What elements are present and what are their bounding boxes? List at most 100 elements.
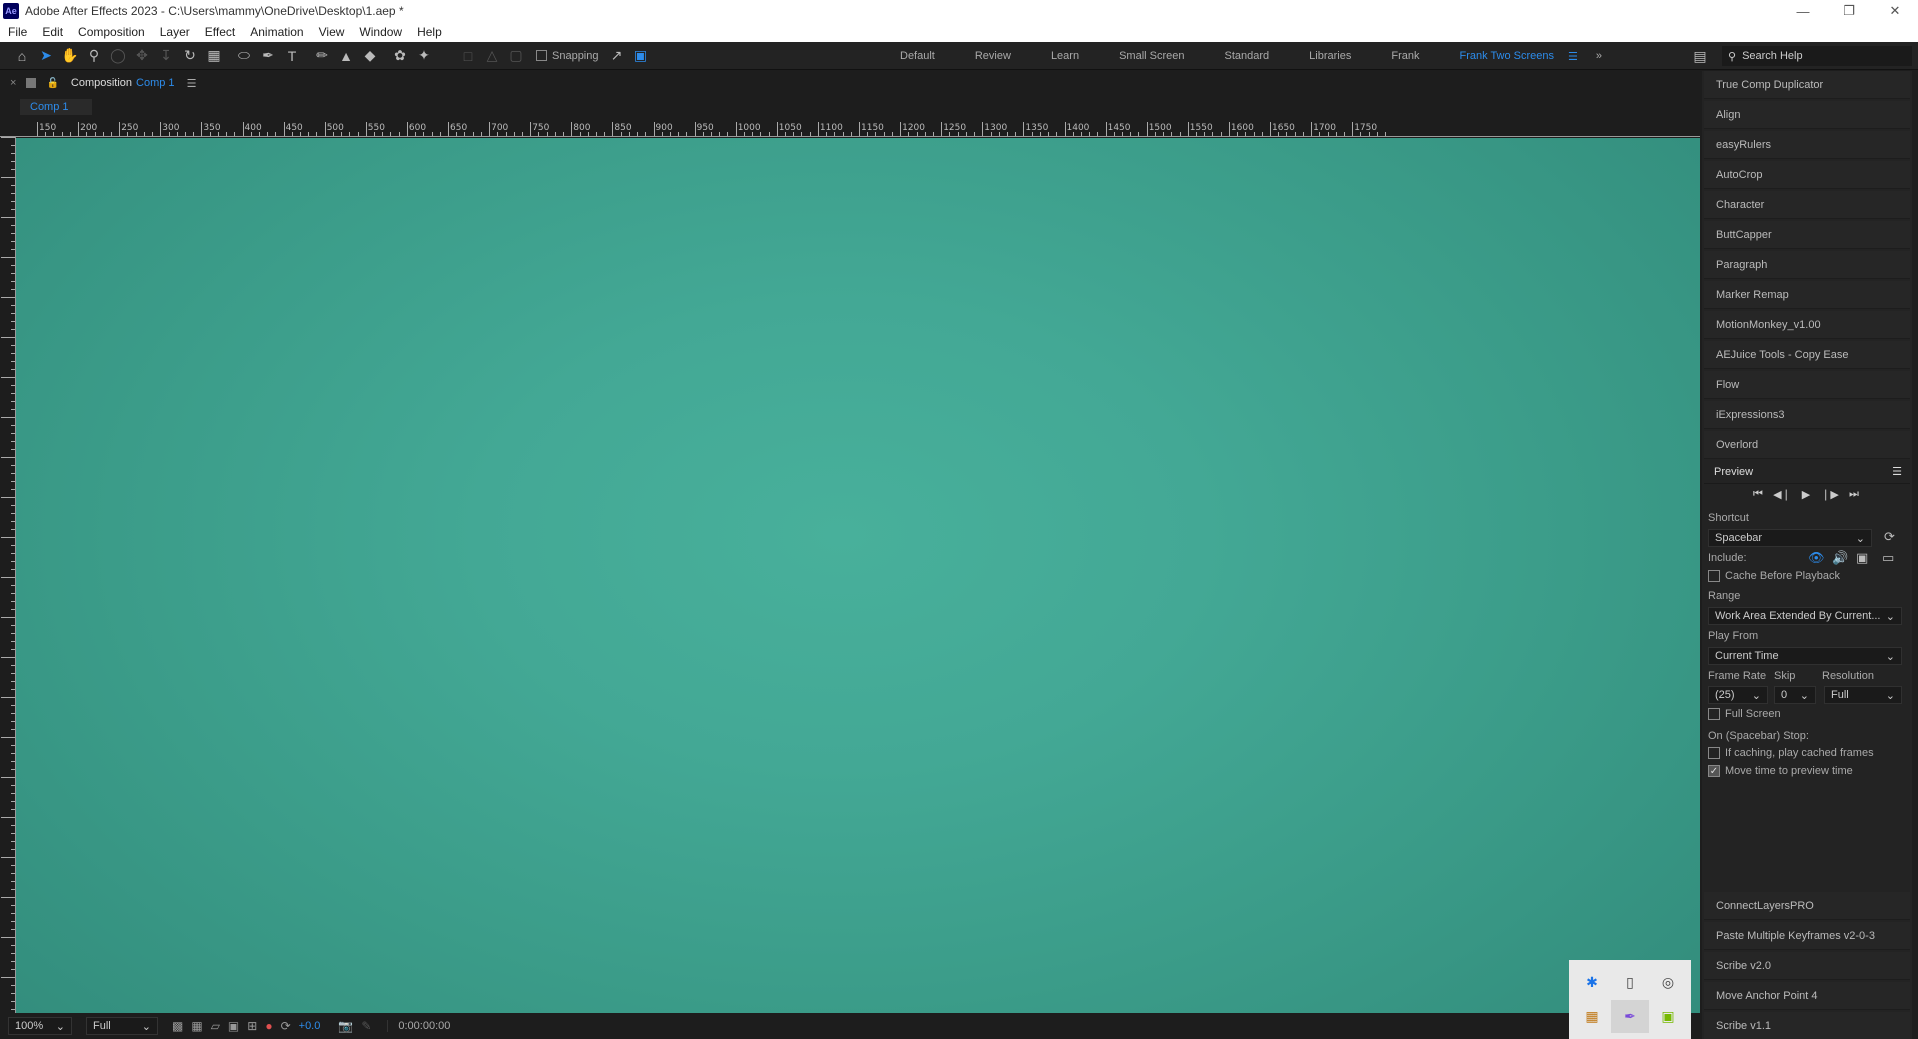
full-screen-checkbox[interactable] xyxy=(1708,708,1720,720)
roto-brush-tool-icon[interactable]: ✿ xyxy=(388,44,412,68)
skip-dropdown[interactable]: 0 ⌄ xyxy=(1774,686,1816,704)
workspace-learn[interactable]: Learn xyxy=(1051,50,1079,62)
script-iexpressions3[interactable]: iExpressions3 xyxy=(1704,401,1910,429)
play-from-dropdown[interactable]: Current Time ⌄ xyxy=(1708,647,1902,665)
close-icon[interactable]: ✕ xyxy=(1872,0,1918,22)
preview-resolution-dropdown[interactable]: Full ⌄ xyxy=(1824,686,1902,704)
previous-frame-icon[interactable]: ◀❘ xyxy=(1770,488,1794,501)
grid-guides-icon[interactable]: ⊞ xyxy=(247,1019,257,1033)
show-snapshot-icon[interactable]: ✎ xyxy=(361,1019,371,1033)
rotate-tool-icon[interactable]: ↻ xyxy=(178,44,202,68)
snapshot-icon[interactable]: 📷 xyxy=(338,1019,353,1033)
first-frame-icon[interactable]: ⏮ xyxy=(1746,488,1770,501)
script-autocrop[interactable]: AutoCrop xyxy=(1704,161,1910,189)
panel-paragraph[interactable]: Paragraph xyxy=(1704,251,1910,279)
fast-previews-icon[interactable]: ▩ xyxy=(172,1019,183,1033)
ellipse-tool-icon[interactable]: ⬭ xyxy=(232,44,256,68)
nvidia-icon[interactable]: ▣ xyxy=(1649,1000,1687,1033)
workspace-default[interactable]: Default xyxy=(900,50,935,62)
include-video-icon[interactable]: 👁 xyxy=(1808,550,1825,566)
panel-character[interactable]: Character xyxy=(1704,191,1910,219)
hand-tool-icon[interactable]: ✋ xyxy=(58,44,82,68)
usb-drive-icon[interactable]: ▯ xyxy=(1611,966,1649,999)
script-scribe-v2[interactable]: Scribe v2.0 xyxy=(1704,952,1910,980)
eraser-tool-icon[interactable]: ◆ xyxy=(358,44,382,68)
include-layer-controls-icon[interactable]: ▭ xyxy=(1882,550,1894,566)
snap-edges-icon[interactable]: ↗ xyxy=(605,44,629,68)
mask-visibility-icon[interactable]: ▱ xyxy=(211,1019,220,1033)
include-overlays-icon[interactable]: ▣ xyxy=(1856,550,1868,566)
composition-viewer[interactable] xyxy=(16,138,1700,1039)
panel-menu-icon[interactable]: ☰ xyxy=(1892,465,1902,478)
clone-stamp-tool-icon[interactable]: ▲ xyxy=(334,44,358,68)
workspace-frank-two-screens[interactable]: Frank Two Screens xyxy=(1459,50,1554,62)
dolly-camera-icon[interactable]: ↧ xyxy=(154,44,178,68)
script-flow[interactable]: Flow xyxy=(1704,371,1910,399)
play-icon[interactable]: ▶ xyxy=(1794,488,1818,501)
menu-view[interactable]: View xyxy=(319,25,345,39)
pan-behind-tool-icon[interactable]: ▦ xyxy=(202,44,226,68)
zoom-dropdown[interactable]: 100% ⌄ xyxy=(8,1017,72,1035)
workspace-menu-icon[interactable]: ☰ xyxy=(1568,50,1578,63)
script-true-comp-duplicator[interactable]: True Comp Duplicator xyxy=(1704,71,1910,99)
menu-window[interactable]: Window xyxy=(359,25,402,39)
zoom-tool-icon[interactable]: ⚲ xyxy=(82,44,106,68)
search-help-input[interactable]: ⚲ Search Help xyxy=(1722,46,1912,66)
workspace-review[interactable]: Review xyxy=(975,50,1011,62)
menu-composition[interactable]: Composition xyxy=(78,25,145,39)
if-caching-option[interactable]: If caching, play cached frames xyxy=(1708,747,1874,759)
menu-animation[interactable]: Animation xyxy=(250,25,303,39)
if-caching-checkbox[interactable] xyxy=(1708,747,1720,759)
transparency-grid-icon[interactable]: ▦ xyxy=(191,1019,202,1033)
region-of-interest-icon[interactable]: ▣ xyxy=(228,1019,239,1033)
script-connectlayerspro[interactable]: ConnectLayersPRO xyxy=(1704,892,1910,920)
restore-icon[interactable]: ❐ xyxy=(1826,0,1872,22)
ruler-horizontal[interactable]: 150 200 250 300 350 400 450 500 550 600 650 700 750 8… xyxy=(0,122,1700,137)
reset-icon[interactable]: ⟳ xyxy=(1884,529,1895,545)
network-icon[interactable]: ◎ xyxy=(1649,966,1687,999)
script-move-anchor-point[interactable]: Move Anchor Point 4 xyxy=(1704,982,1910,1010)
snap-features-icon[interactable]: ▣ xyxy=(629,44,653,68)
script-buttcapper[interactable]: ButtCapper xyxy=(1704,221,1910,249)
full-screen-option[interactable]: Full Screen xyxy=(1708,708,1781,720)
pen-icon[interactable]: ✒ xyxy=(1611,999,1649,1033)
script-marker-remap[interactable]: Marker Remap xyxy=(1704,281,1910,309)
color-channel-icon[interactable]: ● xyxy=(265,1019,272,1033)
move-time-option[interactable]: ✓ Move time to preview time xyxy=(1708,765,1853,777)
orbit-camera-icon[interactable]: ◯ xyxy=(106,44,130,68)
bluetooth-icon[interactable]: ✱ xyxy=(1573,966,1611,999)
pen-tool-icon[interactable]: ✒ xyxy=(256,44,280,68)
script-paste-multiple-keyframes[interactable]: Paste Multiple Keyframes v2-0-3 xyxy=(1704,922,1910,950)
brush-tool-icon[interactable]: ✏ xyxy=(310,44,334,68)
workspace-libraries[interactable]: Libraries xyxy=(1309,50,1351,62)
menu-edit[interactable]: Edit xyxy=(42,25,63,39)
comp-name[interactable]: Comp 1 xyxy=(136,77,175,89)
more-workspaces-icon[interactable]: » xyxy=(1596,50,1602,62)
menu-layer[interactable]: Layer xyxy=(160,25,190,39)
menu-help[interactable]: Help xyxy=(417,25,442,39)
cache-before-playback-checkbox[interactable] xyxy=(1708,570,1720,582)
resolution-dropdown[interactable]: Full ⌄ xyxy=(86,1017,158,1035)
type-tool-icon[interactable]: T xyxy=(280,44,304,68)
local-axis-icon[interactable]: □ xyxy=(456,44,480,68)
selection-tool-icon[interactable]: ➤ xyxy=(34,44,58,68)
close-panel-icon[interactable]: × xyxy=(10,77,16,89)
next-frame-icon[interactable]: ❘▶ xyxy=(1818,488,1842,501)
cache-before-playback[interactable]: Cache Before Playback xyxy=(1708,570,1840,582)
ruler-vertical[interactable] xyxy=(0,137,16,1039)
script-overlord[interactable]: Overlord xyxy=(1704,431,1910,459)
menu-file[interactable]: File xyxy=(8,25,27,39)
menu-effect[interactable]: Effect xyxy=(205,25,235,39)
reset-exposure-icon[interactable]: ⟳ xyxy=(281,1019,291,1033)
workspace-small-screen[interactable]: Small Screen xyxy=(1119,50,1184,62)
script-scribe-v1[interactable]: Scribe v1.1 xyxy=(1704,1012,1910,1039)
panel-toggle-icon[interactable]: ▤ xyxy=(1688,44,1712,68)
panel-scrollbar[interactable] xyxy=(1912,71,1918,1039)
snapping-toggle[interactable]: Snapping xyxy=(536,50,599,62)
script-easyrulers[interactable]: easyRulers xyxy=(1704,131,1910,159)
shortcut-dropdown[interactable]: Spacebar ⌄ xyxy=(1708,529,1872,547)
snapping-checkbox[interactable] xyxy=(536,50,547,61)
move-time-checkbox[interactable]: ✓ xyxy=(1708,765,1720,777)
script-aejuice-copy-ease[interactable]: AEJuice Tools - Copy Ease xyxy=(1704,341,1910,369)
script-align[interactable]: Align xyxy=(1704,101,1910,129)
